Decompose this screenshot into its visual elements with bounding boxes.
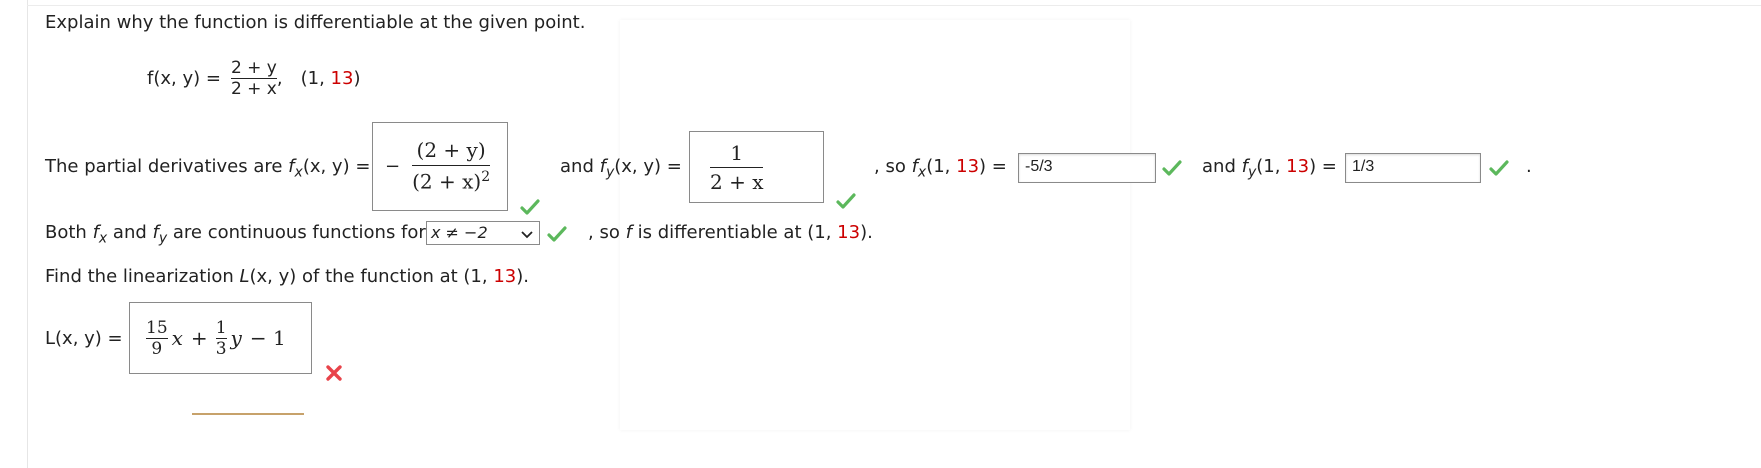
fy-sub: y — [605, 164, 615, 181]
question-text: Explain why the function is differentiab… — [45, 12, 586, 33]
point-y: 13 — [493, 266, 517, 287]
fy-fraction: 1 2 + x — [710, 140, 764, 194]
coef-y-num: 1 — [215, 317, 227, 338]
domain-select[interactable]: x ≠ −2 — [426, 221, 540, 245]
check-icon — [1489, 160, 1509, 176]
fx-den-exp: 2 — [481, 169, 491, 186]
fy-at-close: ) = — [1309, 156, 1337, 177]
fy-answer-box: 1 2 + x — [689, 131, 824, 203]
coef-y-fraction: 1 3 — [215, 317, 227, 359]
fy-expression: 1 2 + x — [710, 140, 764, 194]
coef-x-den: 9 — [151, 338, 163, 359]
check-icon — [547, 226, 567, 242]
fy-at-open: (1, — [1256, 156, 1287, 177]
L-args: (x, y) — [249, 266, 297, 287]
fx-at-close: ) = — [979, 156, 1007, 177]
differentiable-text: , so f is differentiable at (1, 13). — [588, 222, 873, 243]
var-x: x — [171, 326, 183, 350]
fy-at-label: and fy(1, 13) = — [1202, 156, 1337, 181]
var-y: y — [230, 326, 242, 350]
function-denominator: 2 + x — [230, 78, 277, 99]
sentence-end: . — [1526, 156, 1532, 177]
fy-at-y: 13 — [1286, 156, 1310, 177]
fx-at-open: (1, — [926, 156, 957, 177]
top-border — [27, 5, 1761, 6]
point-open: (1, — [300, 67, 331, 89]
fx-fraction: (2 + y) (2 + x)2 — [412, 138, 491, 194]
fx-sub: x — [294, 164, 303, 181]
L-name: L — [239, 266, 250, 287]
point-y: 13 — [330, 67, 354, 89]
check-icon — [1162, 160, 1182, 176]
prompt-end: ). — [516, 266, 529, 287]
close-paren: ). — [860, 222, 873, 243]
fx-at-y: 13 — [956, 156, 980, 177]
fy-value-input[interactable]: 1/3 — [1345, 153, 1481, 183]
partials-intro-text: The partial derivatives are — [45, 156, 289, 177]
function-lhs: f(x, y) = — [147, 67, 221, 89]
fy-sub: y — [158, 230, 168, 247]
differentiable-at-text: is differentiable at (1, — [631, 222, 838, 243]
function-comma: , — [276, 67, 283, 89]
fx-at-label: , so fx(1, 13) = — [874, 156, 1007, 181]
fx-at-sub: x — [917, 164, 927, 181]
fx-sub: x — [98, 230, 108, 247]
fx-expression: − (2 + y) (2 + x)2 — [385, 133, 491, 199]
cross-icon — [325, 364, 343, 382]
fy-denominator: 2 + x — [710, 169, 764, 194]
fx-denominator: (2 + x)2 — [412, 166, 490, 194]
so-text: , so — [588, 222, 626, 243]
given-point: (1, 13) — [301, 68, 361, 89]
chevron-down-icon — [521, 225, 533, 247]
point-close: ) — [353, 67, 361, 89]
continuous-text: are continuous functions for — [167, 222, 426, 243]
coef-x-fraction: 15 9 — [146, 318, 168, 359]
partial-button-edge[interactable] — [192, 413, 304, 415]
function-fraction: 2 + y 2 + x — [230, 57, 277, 99]
partials-intro: The partial derivatives are fx(x, y) = — [45, 156, 370, 181]
and-text: and — [1202, 156, 1242, 177]
fy-args: (x, y) = — [614, 156, 682, 177]
and-text: and — [107, 222, 153, 243]
function-numerator: 2 + y — [230, 57, 277, 78]
fx-value-input[interactable]: -5/3 — [1018, 153, 1156, 183]
fy-numerator: 1 — [730, 140, 744, 165]
linearization-lhs: L(x, y) = — [45, 328, 123, 349]
left-border — [27, 0, 28, 468]
linearization-prompt: Find the linearization L(x, y) of the fu… — [45, 266, 529, 287]
and-text: and — [560, 156, 600, 177]
continuity-text: Both fx and fy are continuous functions … — [45, 222, 426, 247]
fx-answer-box: − (2 + y) (2 + x)2 — [372, 122, 508, 211]
both-text: Both — [45, 222, 93, 243]
point-y: 13 — [837, 222, 861, 243]
prompt-start: Find the linearization — [45, 266, 240, 287]
linearization-answer-box: 15 9 x + 1 3 y − 1 — [129, 302, 312, 374]
fy-at-sub: y — [1247, 164, 1257, 181]
check-icon — [836, 193, 856, 209]
prompt-mid: of the function at (1, — [296, 266, 494, 287]
domain-select-value: x ≠ −2 — [431, 223, 488, 242]
function-definition: f(x, y) = 2 + y 2 + x , (1, 13) — [147, 54, 360, 102]
so-text: , so — [874, 156, 912, 177]
fx-numerator: (2 + y) — [416, 138, 486, 163]
fy-label: and fy(x, y) = — [560, 156, 682, 181]
coef-x-num: 15 — [146, 317, 168, 338]
constant-term: − 1 — [249, 326, 286, 350]
fx-minus: − — [385, 155, 401, 177]
linearization-expression: 15 9 x + 1 3 y − 1 — [146, 311, 286, 365]
coef-y-den: 3 — [215, 338, 227, 359]
check-icon — [520, 199, 540, 215]
plus-sign: + — [190, 326, 208, 350]
fx-den-base: (2 + x) — [412, 169, 482, 194]
fx-args: (x, y) = — [302, 156, 371, 177]
